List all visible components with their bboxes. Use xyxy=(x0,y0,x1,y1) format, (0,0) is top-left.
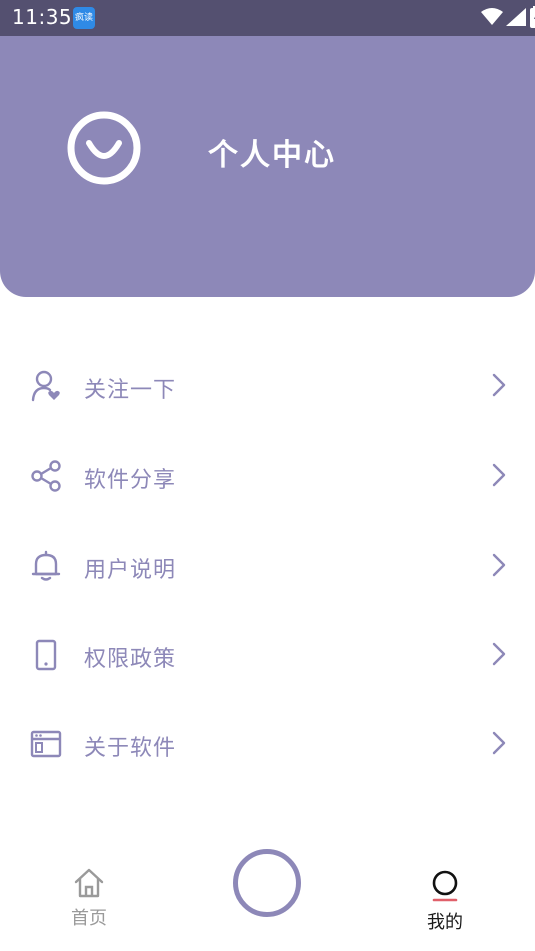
chevron-right-icon xyxy=(492,731,506,755)
chevron-right-icon xyxy=(492,463,506,487)
menu-item-about[interactable]: 关于软件 xyxy=(0,708,535,778)
page-title: 个人中心 xyxy=(208,138,336,173)
signal-icon xyxy=(506,8,526,26)
menu-item-user-guide[interactable]: 用户说明 xyxy=(0,530,535,600)
browser-window-icon xyxy=(30,730,62,758)
battery-icon xyxy=(530,6,535,28)
menu-item-share[interactable]: 软件分享 xyxy=(0,440,535,510)
user-heart-icon xyxy=(31,370,60,402)
chevron-right-icon xyxy=(492,373,506,397)
center-circle-button[interactable] xyxy=(233,849,301,917)
menu-item-privacy-policy[interactable]: 权限政策 xyxy=(0,619,535,689)
nav-item-label: 首页 xyxy=(71,908,107,929)
profile-header: 个人中心 xyxy=(0,36,535,297)
profile-circle-icon xyxy=(432,870,458,902)
menu-item-label: 软件分享 xyxy=(84,468,177,493)
home-icon xyxy=(74,868,104,898)
menu-item-label: 关注一下 xyxy=(84,378,177,403)
avatar-smiley-icon[interactable] xyxy=(67,111,141,185)
share-icon xyxy=(31,460,61,492)
bell-icon xyxy=(31,550,61,581)
menu-item-label: 用户说明 xyxy=(84,558,177,583)
menu-item-follow[interactable]: 关注一下 xyxy=(0,350,535,420)
app-badge-icon: 疯读 xyxy=(73,7,95,29)
status-bar: 11:35 疯读 xyxy=(0,0,535,36)
phone-icon xyxy=(35,639,57,671)
menu-item-label: 权限政策 xyxy=(84,647,177,672)
nav-item-mine[interactable]: 我的 xyxy=(414,868,476,934)
wifi-icon xyxy=(481,8,503,25)
bottom-nav: 首页 我的 xyxy=(0,840,535,951)
chevron-right-icon xyxy=(492,642,506,666)
nav-item-home[interactable]: 首页 xyxy=(58,868,120,930)
menu-item-label: 关于软件 xyxy=(84,736,177,761)
chevron-right-icon xyxy=(492,553,506,577)
nav-item-label: 我的 xyxy=(427,912,463,933)
status-time: 11:35 xyxy=(12,5,73,29)
